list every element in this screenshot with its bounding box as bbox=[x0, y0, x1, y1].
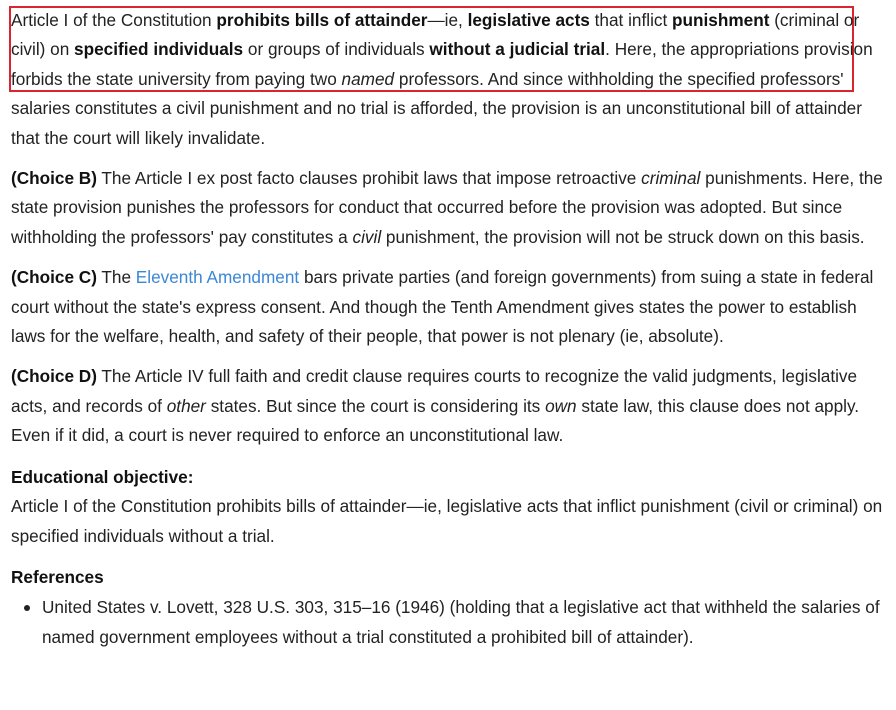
intro-italic-term: named bbox=[341, 68, 395, 89]
explanation-content: Article I of the Constitution prohibits … bbox=[11, 6, 887, 652]
intro-bold-term: without a judicial trial bbox=[429, 39, 606, 60]
bullet-icon bbox=[24, 605, 30, 612]
educational-objective-heading: Educational objective: bbox=[11, 466, 194, 487]
choice-b-italic: criminal bbox=[641, 168, 701, 189]
reference-item: United States v. Lovett, 328 U.S. 303, 3… bbox=[24, 593, 887, 652]
references-list: United States v. Lovett, 328 U.S. 303, 3… bbox=[11, 593, 887, 652]
choice-c-text: The bbox=[96, 267, 136, 288]
references-heading: References bbox=[11, 566, 104, 587]
intro-text: that inflict bbox=[589, 10, 673, 30]
intro-bold-term: specified individuals bbox=[74, 39, 244, 60]
choice-d-label: (Choice D) bbox=[11, 366, 97, 387]
educational-objective-text: Article I of the Constitution prohibits … bbox=[11, 496, 883, 546]
explanation-intro-paragraph: Article I of the Constitution prohibits … bbox=[11, 6, 887, 153]
choice-b-text: punishment, the provision will not be st… bbox=[381, 226, 865, 247]
choice-b-paragraph: (Choice B) The Article I ex post facto c… bbox=[11, 164, 887, 252]
choice-b-label: (Choice B) bbox=[11, 168, 97, 189]
intro-text: —ie, bbox=[427, 10, 468, 30]
choice-b-italic: civil bbox=[352, 226, 382, 247]
choice-b-text: The Article I ex post facto clauses proh… bbox=[96, 168, 642, 189]
intro-text: or groups of individuals bbox=[243, 39, 430, 60]
choice-c-label: (Choice C) bbox=[11, 267, 97, 288]
intro-bold-term: prohibits bills of attainder bbox=[216, 10, 428, 30]
choice-d-italic: own bbox=[545, 395, 577, 416]
intro-bold-term: punishment bbox=[672, 10, 770, 30]
choice-c-paragraph: (Choice C) The Eleventh Amendment bars p… bbox=[11, 263, 887, 351]
intro-bold-term: legislative acts bbox=[467, 10, 590, 30]
reference-text: United States v. Lovett, 328 U.S. 303, 3… bbox=[42, 597, 880, 647]
choice-d-paragraph: (Choice D) The Article IV full faith and… bbox=[11, 362, 887, 450]
choice-d-italic: other bbox=[166, 395, 206, 416]
choice-d-text: states. But since the court is consideri… bbox=[205, 395, 546, 416]
eleventh-amendment-link[interactable]: Eleventh Amendment bbox=[136, 267, 299, 287]
intro-text: Article I of the Constitution bbox=[11, 10, 217, 30]
